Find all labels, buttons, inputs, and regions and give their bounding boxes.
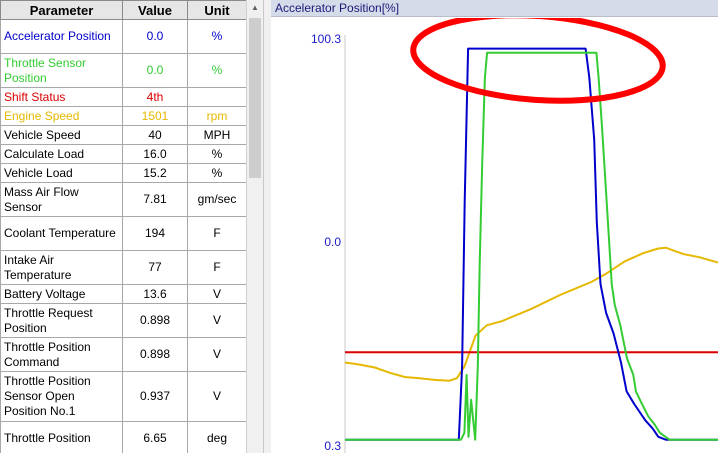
table-body: Accelerator Position 0.0% Throttle Sensor …: [0, 19, 246, 453]
series-line-accelerator-position: [345, 47, 718, 441]
parameter-name-cell: Coolant Temperature: [0, 216, 123, 251]
table-row[interactable]: Battery Voltage 13.6 V: [0, 284, 246, 304]
chart-title: Accelerator Position[%]: [271, 0, 718, 17]
table-row[interactable]: Vehicle Load 15.2%: [0, 163, 246, 183]
parameter-name-cell: Vehicle Load: [0, 163, 123, 183]
parameter-value-cell: 6.65: [122, 421, 188, 453]
parameter-value-cell: 1501: [122, 106, 188, 126]
series-line-engine-speed: [344, 246, 718, 382]
parameter-unit-cell: V: [187, 284, 246, 304]
chart-panel: Accelerator Position[%] 100.3 0.0 0.3: [271, 0, 718, 453]
parameter-name-cell: Throttle Sensor Position: [0, 53, 123, 88]
parameter-table-panel: Parameter Value Unit Accelerator Positio…: [0, 0, 246, 453]
parameter-value-cell: 77: [122, 250, 188, 285]
parameter-unit-cell: gm/sec: [187, 182, 246, 217]
red-highlight-ellipse: [410, 18, 666, 104]
table-row[interactable]: Shift Status 4th: [0, 87, 246, 107]
table-row[interactable]: Intake Air Temperature 77 F: [0, 250, 246, 285]
parameter-name-cell: Mass Air Flow Sensor: [0, 182, 123, 217]
parameter-value-cell: 4th: [122, 87, 188, 107]
parameter-value-cell: 0.898: [122, 337, 188, 372]
table-row[interactable]: Engine Speed 1501 rpm: [0, 106, 246, 126]
parameter-unit-cell: [187, 87, 246, 107]
series-line-throttle-sensor-position: [345, 51, 718, 441]
parameter-name-cell: Calculate Load: [0, 144, 123, 164]
parameter-value-cell: 194: [122, 216, 188, 251]
header-parameter[interactable]: Parameter: [0, 0, 123, 20]
parameter-value-cell: 0.898: [122, 303, 188, 338]
parameter-value-cell: 40: [122, 125, 188, 145]
table-row[interactable]: Throttle Request Position 0.898 V: [0, 303, 246, 338]
parameter-value-cell: 7.81: [122, 182, 188, 217]
parameter-name-cell: Shift Status: [0, 87, 123, 107]
header-unit[interactable]: Unit: [187, 0, 246, 20]
parameter-unit-cell: F: [187, 216, 246, 251]
parameter-value-cell: 16.0: [122, 144, 188, 164]
parameter-name-cell: Intake Air Temperature: [0, 250, 123, 285]
parameter-name-cell: Throttle Request Position: [0, 303, 123, 338]
table-row[interactable]: Throttle Position 6.65 deg: [0, 421, 246, 453]
parameter-unit-cell: %: [187, 144, 246, 164]
parameter-unit-cell: MPH: [187, 125, 246, 145]
table-row[interactable]: Throttle Sensor Position 0.0%: [0, 53, 246, 88]
parameter-name-cell: Throttle Position Sensor Open Position N…: [0, 371, 123, 422]
header-value[interactable]: Value: [122, 0, 188, 20]
parameter-name-cell: Engine Speed: [0, 106, 123, 126]
parameter-value-cell: 0.937: [122, 371, 188, 422]
parameter-value-cell: 0.0: [122, 19, 188, 54]
scroll-up-arrow-icon[interactable]: ▲: [247, 0, 263, 16]
table-row[interactable]: Vehicle Speed 40 MPH: [0, 125, 246, 145]
parameter-value-cell: 13.6: [122, 284, 188, 304]
parameter-unit-cell: %: [187, 53, 246, 88]
table-scrollbar[interactable]: ▲: [246, 0, 263, 453]
series-layer: [344, 47, 718, 441]
parameter-name-cell: Throttle Position: [0, 421, 123, 453]
table-row[interactable]: Accelerator Position 0.0%: [0, 19, 246, 54]
parameter-unit-cell: V: [187, 303, 246, 338]
table-row[interactable]: Mass Air Flow Sensor 7.81 gm/sec: [0, 182, 246, 217]
parameter-value-cell: 0.0: [122, 53, 188, 88]
parameter-unit-cell: %: [187, 163, 246, 183]
parameter-table: Parameter Value Unit Accelerator Positio…: [0, 0, 246, 453]
table-row[interactable]: Throttle Position Command 0.898 V: [0, 337, 246, 372]
parameter-name-cell: Accelerator Position: [0, 19, 123, 54]
parameter-unit-cell: V: [187, 337, 246, 372]
parameter-name-cell: Vehicle Speed: [0, 125, 123, 145]
table-row[interactable]: Throttle Position Sensor Open Position N…: [0, 371, 246, 422]
parameter-name-cell: Battery Voltage: [0, 284, 123, 304]
parameter-unit-cell: rpm: [187, 106, 246, 126]
parameter-unit-cell: F: [187, 250, 246, 285]
line-chart[interactable]: [271, 18, 718, 453]
scroll-thumb[interactable]: [249, 18, 261, 178]
parameter-value-cell: 15.2: [122, 163, 188, 183]
table-row[interactable]: Calculate Load 16.0%: [0, 144, 246, 164]
table-row[interactable]: Coolant Temperature 194 F: [0, 216, 246, 251]
parameter-unit-cell: V: [187, 371, 246, 422]
table-header-row: Parameter Value Unit: [0, 0, 246, 20]
parameter-name-cell: Throttle Position Command: [0, 337, 123, 372]
parameter-unit-cell: %: [187, 19, 246, 54]
parameter-unit-cell: deg: [187, 421, 246, 453]
